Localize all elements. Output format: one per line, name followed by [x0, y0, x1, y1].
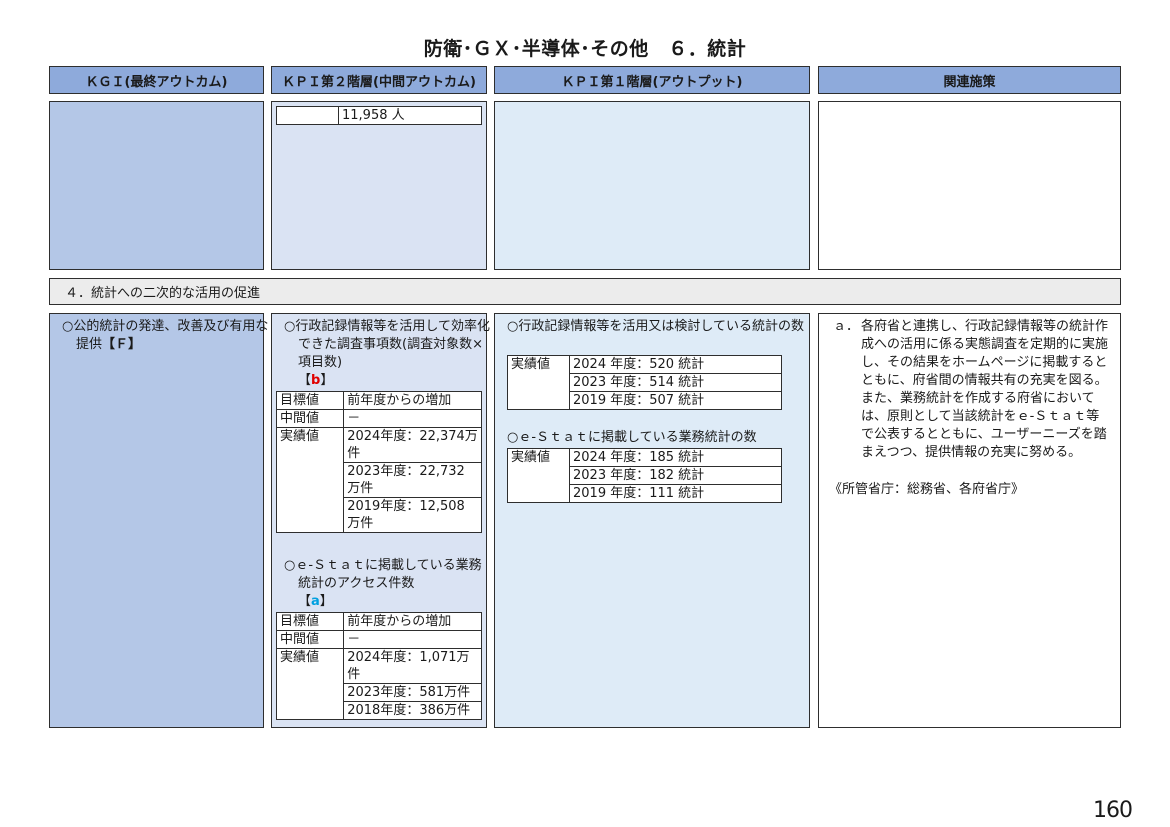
kgi-cell: ○公的統計の発達、改善及び有用な提供【Ｆ】	[49, 313, 268, 728]
kpi1-b-actual-label: 実績値	[507, 448, 570, 503]
kgi-text-block: ○公的統計の発達、改善及び有用な提供【Ｆ】	[62, 318, 272, 354]
kpi2-b-actual-value: 2018年度：386万件	[343, 701, 482, 720]
kpi1-a-text: ○行政記録情報等を活用又は検討している統計の数	[507, 319, 804, 334]
kpi1-b-actual-value: 2024 年度：185 統計	[569, 448, 782, 467]
kpi2-cell-top: 11,958 人	[271, 101, 487, 270]
kpi2-b-tag: 【a】	[298, 594, 333, 609]
kpi2-b-target-value: 前年度からの増加	[343, 612, 482, 631]
kpi1-a-table: 実績値 2024 年度：520 統計 2023 年度：514 統計 2019 年…	[507, 355, 782, 410]
kpi2-cell: ○行政記録情報等を活用して効率化できた調査事項数(調査対象数×項目数) 【b】 …	[271, 313, 490, 728]
kpi2-a-target-value: 前年度からの増加	[343, 391, 482, 410]
related-marker: ａ．	[833, 319, 860, 334]
related-cell: ａ． 各府省と連携し、行政記録情報等の統計作成への活用に係る実態調査を定期的に実…	[818, 313, 1121, 728]
page-title: 防衛･ＧＸ･半導体･その他 ６．統計	[423, 38, 747, 60]
kpi2-top-table: 11,958 人	[276, 106, 482, 125]
kpi2-b-actual-value: 2024年度：1,071万件	[343, 648, 482, 684]
kpi2-b-text: ○ｅ-Ｓｔａｔに掲載している業務統計のアクセス件数	[284, 558, 482, 591]
kpi2-a-actual-value: 2023年度：22,732 万件	[343, 462, 482, 498]
kpi2-a-table: 目標値 前年度からの増加 中間値 － 実績値 2024年度：22,374万件 2…	[275, 391, 482, 533]
kpi2-top-label	[276, 106, 339, 125]
kpi2-b-actual-label: 実績値	[275, 648, 345, 720]
kpi2-a-target-label: 目標値	[275, 391, 345, 410]
kpi1-a-actual-value: 2023 年度：514 統計	[569, 373, 782, 392]
kpi2-top-value: 11,958 人	[338, 106, 482, 125]
page-number: 160	[1093, 798, 1133, 823]
kpi2-b-table: 目標値 前年度からの増加 中間値 － 実績値 2024年度：1,071万件 20…	[275, 612, 482, 720]
kpi2-a-actual-value: 2024年度：22,374万件	[343, 427, 482, 463]
kpi1-a-actual-value: 2024 年度：520 統計	[569, 355, 782, 374]
related-ministry: 《所管省庁：総務省、各府省庁》	[829, 482, 1025, 497]
kgi-cell-top	[49, 101, 264, 270]
section-heading: ４．統計への二次的な活用の促進	[49, 278, 1121, 305]
kgi-text: ○公的統計の発達、改善及び有用な提供	[62, 319, 269, 352]
related-cell-top	[818, 101, 1121, 270]
kpi2-a-mid-value: －	[343, 409, 482, 428]
kpi1-a-actual-label: 実績値	[507, 355, 570, 410]
kpi2-b-mid-label: 中間値	[275, 630, 345, 649]
kpi1-cell-top	[494, 101, 810, 270]
kpi1-a-actual-value: 2019 年度：507 統計	[569, 391, 782, 410]
kpi1-cell: ○行政記録情報等を活用又は検討している統計の数 実績値 2024 年度：520 …	[494, 313, 810, 728]
related-text: 各府省と連携し、行政記録情報等の統計作成への活用に係る実態調査を定期的に実施し、…	[861, 319, 1109, 460]
kpi2-a-actual-value: 2019年度：12,508 万件	[343, 497, 482, 533]
kpi1-b-table: 実績値 2024 年度：185 統計 2023 年度：182 統計 2019 年…	[507, 448, 782, 503]
kpi2-a-mid-label: 中間値	[275, 409, 345, 428]
kpi2-b-tag-letter: a	[311, 594, 320, 609]
header-related: 関連施策	[818, 66, 1121, 94]
kpi2-a-actual-label: 実績値	[275, 427, 345, 533]
kpi1-b-actual-value: 2019 年度：111 統計	[569, 484, 782, 503]
kpi2-b-target-label: 目標値	[275, 612, 345, 631]
kpi2-a-tag: 【b】	[298, 373, 334, 388]
kpi2-a-text: ○行政記録情報等を活用して効率化できた調査事項数(調査対象数×項目数)	[284, 319, 490, 370]
kpi2-a-tag-letter: b	[311, 373, 321, 388]
kpi1-b-text: ○ｅ-Ｓｔａｔに掲載している業務統計の数	[507, 430, 757, 445]
kpi2-b-mid-value: －	[343, 630, 482, 649]
header-kgi: ＫＧＩ(最終アウトカム)	[49, 66, 264, 94]
header-kpi1: ＫＰＩ第１階層(アウトプット)	[494, 66, 810, 94]
kgi-tag: 【Ｆ】	[102, 337, 142, 352]
header-kpi2: ＫＰＩ第２階層(中間アウトカム)	[271, 66, 487, 94]
kpi1-b-actual-value: 2023 年度：182 統計	[569, 466, 782, 485]
kpi2-b-actual-value: 2023年度：581万件	[343, 683, 482, 702]
